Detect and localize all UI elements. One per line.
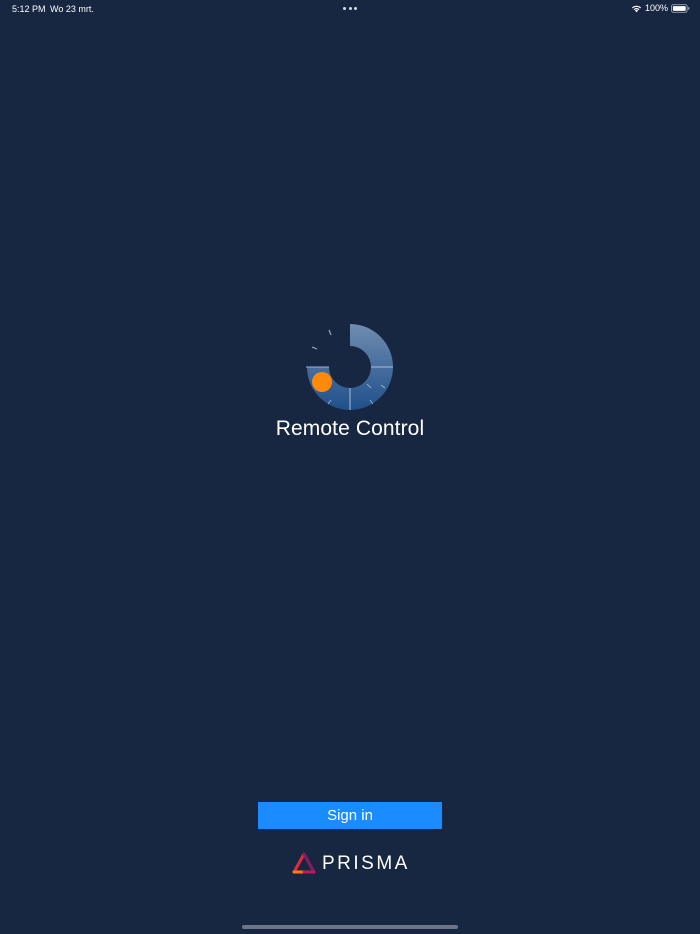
prisma-triangle-logo-icon	[292, 852, 316, 874]
app-title: Remote Control	[275, 417, 425, 440]
multitasking-dots-icon[interactable]	[343, 7, 357, 11]
battery-icon	[671, 3, 690, 13]
status-indicators: 100%	[631, 3, 690, 13]
status-time: 5:12 PM	[12, 4, 46, 14]
brand-name: PRISMA	[322, 853, 410, 874]
home-indicator[interactable]	[242, 925, 458, 929]
status-bar: 5:12 PM Wo 23 mrt. 100%	[0, 0, 700, 18]
prisma-brand: PRISMA	[292, 851, 410, 877]
app-screen: 5:12 PM Wo 23 mrt. 100% Remote Control S…	[0, 0, 700, 934]
battery-percentage: 100%	[644, 3, 668, 13]
remote-control-logo-icon	[306, 324, 393, 410]
status-date: Wo 23 mrt.	[50, 4, 94, 14]
sign-in-button[interactable]: Sign in	[258, 802, 442, 829]
wifi-icon	[631, 5, 642, 12]
